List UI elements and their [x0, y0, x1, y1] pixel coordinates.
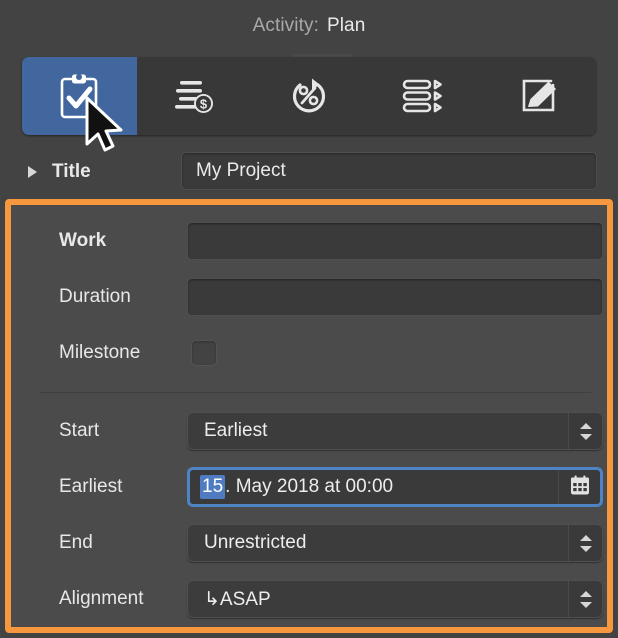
- earliest-date-rest: . May 2018 at 00:00: [225, 476, 394, 497]
- tab-cost[interactable]: $: [137, 57, 252, 135]
- chevron-up-icon: [579, 422, 592, 429]
- svg-text:$: $: [200, 96, 208, 111]
- alignment-select-value: ↳ASAP: [204, 588, 271, 610]
- duration-input[interactable]: [187, 278, 603, 316]
- lines-dollar-icon: $: [171, 73, 217, 119]
- calendar-button[interactable]: [558, 470, 600, 504]
- earliest-date-input[interactable]: 15. May 2018 at 00:00: [187, 467, 603, 507]
- chevron-up-icon: [579, 590, 592, 597]
- chevron-down-icon: [579, 545, 592, 552]
- plan-fields-panel: Work Duration Milestone Start Earliest E…: [5, 199, 613, 633]
- milestone-checkbox[interactable]: [191, 340, 217, 366]
- triangle-right-icon[interactable]: [28, 166, 37, 178]
- alignment-stepper[interactable]: [568, 581, 602, 617]
- alignment-label: Alignment: [59, 588, 144, 609]
- tab-progress[interactable]: [252, 57, 367, 135]
- milestone-label: Milestone: [59, 342, 141, 363]
- end-stepper[interactable]: [568, 525, 602, 561]
- earliest-label: Earliest: [59, 476, 123, 497]
- activity-header: Activity: Plan: [0, 0, 618, 52]
- work-row: Work: [11, 221, 607, 261]
- start-row: Start Earliest: [11, 411, 607, 451]
- end-select-value: Unrestricted: [204, 532, 307, 553]
- chevron-down-icon: [579, 601, 592, 608]
- milestone-row: Milestone: [11, 333, 607, 373]
- percent-refresh-icon: [285, 72, 333, 120]
- alignment-select[interactable]: ↳ASAP: [187, 580, 603, 618]
- earliest-date-text: 15. May 2018 at 00:00: [190, 475, 393, 499]
- earliest-day-selection: 15: [200, 475, 226, 499]
- end-label: End: [59, 532, 93, 553]
- tab-plan[interactable]: [22, 57, 137, 135]
- title-label: Title: [52, 161, 91, 182]
- start-stepper[interactable]: [568, 413, 602, 449]
- duration-row: Duration: [11, 277, 607, 317]
- clipboard-check-icon: [57, 72, 101, 120]
- start-label: Start: [59, 420, 100, 441]
- earliest-row: Earliest 15. May 2018 at 00:00: [11, 467, 607, 507]
- gantt-list-icon: [400, 74, 448, 118]
- section-divider: [39, 392, 591, 393]
- start-select-value: Earliest: [204, 420, 268, 441]
- tab-bar-container: $: [22, 54, 596, 135]
- end-select[interactable]: Unrestricted: [187, 524, 603, 562]
- end-row: End Unrestricted: [11, 523, 607, 563]
- alignment-row: Alignment ↳ASAP: [11, 579, 607, 619]
- chevron-up-icon: [579, 534, 592, 541]
- tab-bar: $: [22, 57, 596, 135]
- activity-label: Activity:: [252, 15, 319, 36]
- chevron-down-icon: [579, 433, 592, 440]
- work-label: Work: [59, 230, 107, 251]
- activity-inspector-window: Activity: Plan $ Title My Project Work D…: [0, 0, 618, 638]
- activity-value: Plan: [326, 15, 366, 36]
- duration-label: Duration: [59, 286, 131, 307]
- tab-notes[interactable]: [481, 57, 596, 135]
- title-input[interactable]: My Project: [181, 152, 597, 190]
- pencil-square-icon: [515, 72, 563, 120]
- work-input[interactable]: [187, 222, 603, 260]
- start-select[interactable]: Earliest: [187, 412, 603, 450]
- tab-schedule[interactable]: [366, 57, 481, 135]
- calendar-icon: [569, 474, 591, 501]
